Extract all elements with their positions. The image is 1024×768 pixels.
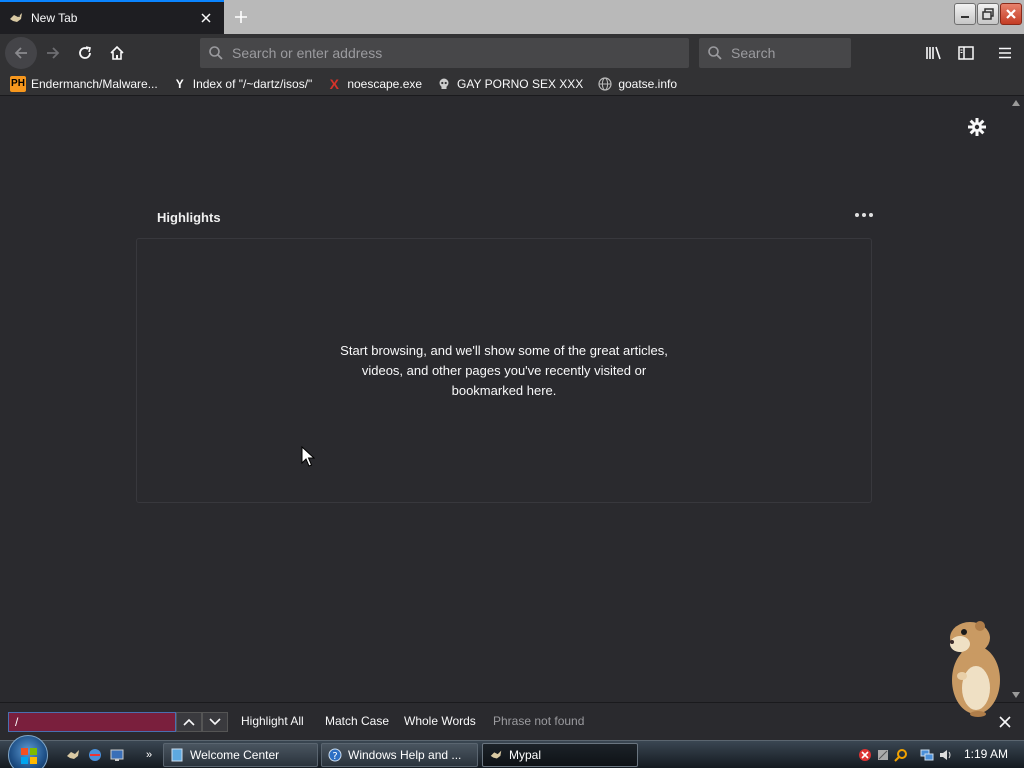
chevron-down-icon (209, 718, 221, 726)
scroll-up-icon[interactable] (1012, 100, 1020, 106)
find-previous-button[interactable] (176, 712, 202, 732)
reload-button[interactable] (70, 39, 100, 67)
highlights-more-button[interactable] (852, 208, 876, 222)
taskbar-clock[interactable]: 1:19 AM (964, 747, 1008, 761)
whole-words-toggle[interactable]: Whole Words (404, 714, 476, 728)
highlights-empty-message: Start browsing, and we'll show some of t… (340, 342, 668, 398)
network-tray-icon[interactable] (876, 748, 890, 762)
bookmark-item[interactable]: Y Index of "/~dartz/isos/" (172, 76, 313, 92)
bookmark-item[interactable]: goatse.info (597, 76, 677, 92)
bookmark-item[interactable]: PH Endermanch/Malware... (10, 75, 158, 92)
home-icon (110, 45, 124, 60)
windows-taskbar: » Welcome Center ? Windows Help and ... … (0, 735, 1024, 768)
address-bar[interactable]: Search or enter address (200, 38, 689, 68)
bookmark-item[interactable]: GAY PORNO SEX XXX (436, 76, 583, 92)
restore-icon (982, 8, 994, 20)
search-icon (708, 46, 722, 60)
skull-icon (436, 76, 452, 92)
highlights-empty-panel: Start browsing, and we'll show some of t… (136, 238, 872, 503)
chevron-up-icon (183, 718, 195, 726)
menu-button[interactable] (991, 39, 1019, 67)
window-controls (954, 3, 1022, 25)
volume-icon[interactable] (938, 748, 952, 762)
taskbar-button-label: Windows Help and ... (348, 748, 462, 762)
sidebar-icon (958, 46, 974, 60)
bookmarks-toolbar: PH Endermanch/Malware... Y Index of "/~d… (0, 72, 1024, 96)
gear-icon[interactable] (966, 116, 988, 138)
back-button[interactable] (5, 37, 37, 69)
back-arrow-icon (14, 47, 27, 59)
bookmark-label: noescape.exe (347, 76, 423, 91)
tab-title: New Tab (31, 11, 78, 25)
restore-button[interactable] (977, 3, 999, 25)
library-button[interactable] (920, 39, 948, 67)
navigation-toolbar: Search or enter address Search (0, 34, 1024, 72)
quicklaunch-mypal-icon[interactable] (64, 746, 82, 764)
ph-logo-icon: PH (10, 75, 26, 92)
svg-text:?: ? (332, 751, 337, 762)
minimize-button[interactable] (954, 3, 976, 25)
bookmark-label: GAY PORNO SEX XXX (457, 76, 584, 91)
quicklaunch-overflow-chevron-icon[interactable]: » (140, 746, 158, 764)
close-icon (1006, 9, 1016, 19)
highlight-all-toggle[interactable]: Highlight All (241, 714, 304, 728)
find-next-button[interactable] (202, 712, 228, 732)
search-bar-placeholder: Search (731, 45, 776, 61)
home-button[interactable] (102, 39, 132, 67)
bookmark-item[interactable]: X noescape.exe (326, 76, 422, 92)
search-bar[interactable]: Search (699, 38, 851, 68)
hamster-mascot-icon (950, 621, 1000, 717)
mypal-icon (490, 750, 502, 759)
start-button[interactable] (8, 735, 48, 768)
welcome-center-icon (171, 748, 183, 762)
more-dot-icon (862, 213, 866, 217)
address-bar-placeholder: Search or enter address (232, 45, 383, 61)
taskbar-button-label: Welcome Center (190, 748, 280, 762)
find-bar: / Highlight All Match Case Whole Words P… (0, 702, 1024, 740)
network-connection-icon[interactable] (920, 748, 934, 762)
mouse-cursor-icon (301, 446, 315, 467)
tab-bar: New Tab (0, 0, 1024, 34)
globe-icon (597, 76, 613, 92)
tab-new-tab[interactable]: New Tab (0, 0, 224, 34)
bookmark-label: Endermanch/Malware... (31, 76, 158, 91)
bookmark-label: Index of "/~dartz/isos/" (192, 76, 313, 91)
security-alert-icon[interactable] (858, 748, 872, 762)
quicklaunch-browser-icon[interactable] (86, 746, 104, 764)
forward-arrow-icon (47, 47, 60, 59)
new-tab-button[interactable] (228, 4, 254, 30)
taskbar-button-welcome-center[interactable]: Welcome Center (163, 743, 318, 767)
close-window-button[interactable] (1000, 3, 1022, 25)
more-dot-icon (869, 213, 873, 217)
minimize-icon (961, 16, 969, 18)
vertical-scrollbar[interactable] (1008, 96, 1024, 702)
search-icon (209, 46, 223, 60)
reload-icon (79, 46, 91, 59)
scroll-down-icon[interactable] (1012, 692, 1020, 698)
new-tab-page: Highlights Start browsing, and we'll sho… (0, 96, 1008, 702)
sidebar-button[interactable] (952, 39, 980, 67)
more-dot-icon (855, 213, 859, 217)
taskbar-button-label: Mypal (509, 748, 542, 762)
highlights-title: Highlights (157, 210, 221, 225)
taskbar-button-windows-help[interactable]: ? Windows Help and ... (321, 743, 478, 767)
find-status: Phrase not found (493, 714, 585, 728)
find-input[interactable]: / (8, 712, 176, 732)
plus-icon (235, 11, 247, 23)
bookmark-label: goatse.info (618, 76, 678, 91)
windows-logo-icon (21, 748, 37, 764)
hamburger-menu-icon (999, 47, 1011, 59)
forward-button[interactable] (38, 39, 68, 67)
yc-logo-icon: Y (175, 76, 184, 91)
quicklaunch-desktop-icon[interactable] (108, 746, 126, 764)
search-tray-icon[interactable] (894, 748, 908, 762)
mypal-favicon-icon (10, 13, 22, 22)
x-logo-icon: X (329, 75, 339, 92)
tab-close-icon[interactable] (194, 6, 218, 30)
library-icon (926, 46, 941, 60)
help-icon: ? (328, 748, 342, 762)
match-case-toggle[interactable]: Match Case (325, 714, 389, 728)
taskbar-button-mypal[interactable]: Mypal (482, 743, 638, 767)
